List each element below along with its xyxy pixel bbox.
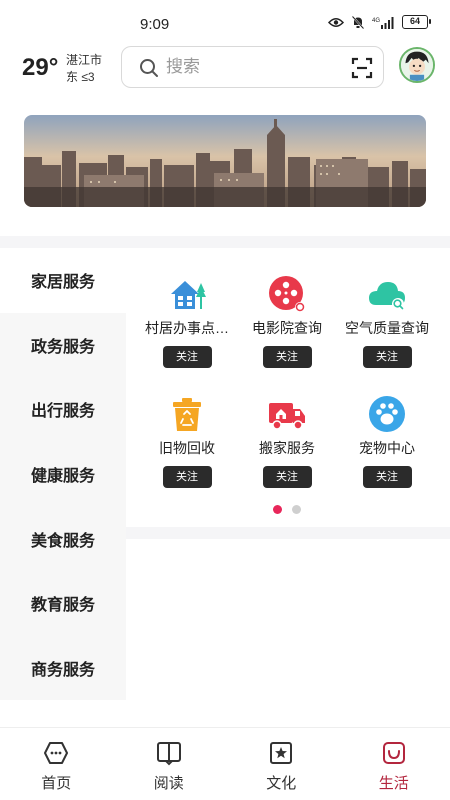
status-icons: 4G 64 [328, 15, 431, 29]
city-skyline-banner[interactable] [24, 115, 426, 207]
category-item-government[interactable]: 政务服务 [0, 313, 126, 378]
recycle-bin-icon [173, 398, 201, 431]
category-item-food[interactable]: 美食服务 [0, 506, 126, 571]
wind-info: 东 ≤3 [66, 70, 95, 84]
nav-label: 生活 [378, 775, 409, 792]
avatar-image [401, 49, 433, 81]
service-item[interactable]: 空气质量查询 关注 [333, 274, 441, 368]
service-label: 旧物回收 [159, 440, 215, 456]
eye-icon [328, 17, 344, 27]
category-item-health[interactable]: 健康服务 [0, 442, 126, 507]
nav-label: 文化 [266, 775, 297, 792]
page-dot[interactable] [292, 505, 301, 514]
category-item-business[interactable]: 商务服务 [0, 636, 126, 701]
category-item-travel[interactable]: 出行服务 [0, 377, 126, 442]
network-type-label: 4G [372, 18, 380, 24]
battery-indicator: 64 [402, 15, 431, 29]
service-label: 宠物中心 [359, 440, 415, 456]
category-item-education[interactable]: 教育服务 [0, 571, 126, 636]
service-item[interactable]: 村居办事点… 关注 [133, 274, 241, 368]
nav-label: 阅读 [153, 775, 184, 792]
service-item[interactable]: 旧物回收 关注 [133, 394, 241, 488]
follow-button[interactable]: 关注 [262, 466, 312, 488]
nav-label: 首页 [41, 775, 72, 792]
header: 29° 湛江市 东 ≤3 [0, 40, 450, 100]
moving-truck-icon [269, 403, 305, 430]
category-item-home[interactable]: 家居服务 [0, 248, 126, 313]
nav-reading[interactable]: 阅读 [113, 728, 226, 800]
category-list: 家居服务 政务服务 出行服务 健康服务 美食服务 教育服务 商务服务 [0, 248, 126, 700]
service-item[interactable]: 电影院查询 关注 [233, 274, 341, 368]
search-bar[interactable] [121, 46, 384, 88]
cloud-search-icon [369, 282, 405, 310]
nav-life[interactable]: 生活 [338, 728, 450, 800]
bell-off-icon [352, 15, 364, 29]
section-divider [126, 527, 450, 539]
house-tree-icon [171, 281, 206, 309]
nav-culture[interactable]: 文化 [225, 728, 338, 800]
life-bag-icon [382, 742, 405, 764]
culture-icon [270, 742, 293, 764]
service-label: 空气质量查询 [345, 320, 429, 336]
section-divider [0, 236, 450, 248]
service-item[interactable]: 宠物中心 关注 [333, 394, 441, 488]
home-icon [44, 742, 69, 764]
follow-button[interactable]: 关注 [162, 466, 212, 488]
page-dot-active[interactable] [273, 505, 282, 514]
avatar[interactable] [399, 47, 435, 83]
search-icon [140, 59, 158, 77]
city-name[interactable]: 湛江市 [66, 51, 102, 68]
status-bar: 9:09 4G 64 [0, 0, 450, 40]
service-label: 村居办事点… [145, 320, 229, 336]
page-indicator [273, 505, 301, 514]
services-grid: 村居办事点… 关注 电影院查询 关注 空气质量查询 关注 旧物回收 关注 搬家服… [126, 248, 450, 528]
status-time: 9:09 [140, 16, 170, 33]
follow-button[interactable]: 关注 [262, 346, 312, 368]
bottom-nav: 首页 阅读 文化 生活 [0, 727, 450, 800]
skyline-image [24, 115, 426, 207]
service-item[interactable]: 搬家服务 关注 [233, 394, 341, 488]
service-label: 搬家服务 [259, 440, 315, 456]
temperature: 29° [22, 54, 59, 81]
nav-home[interactable]: 首页 [0, 728, 113, 800]
scan-icon[interactable] [351, 57, 373, 79]
service-label: 电影院查询 [252, 320, 322, 336]
follow-button[interactable]: 关注 [362, 466, 412, 488]
film-reel-icon [269, 276, 305, 312]
book-icon [156, 742, 181, 766]
follow-button[interactable]: 关注 [362, 346, 412, 368]
paw-icon [369, 396, 405, 432]
follow-button[interactable]: 关注 [162, 346, 212, 368]
search-input[interactable] [166, 55, 336, 79]
signal-icon: 4G [372, 16, 394, 29]
